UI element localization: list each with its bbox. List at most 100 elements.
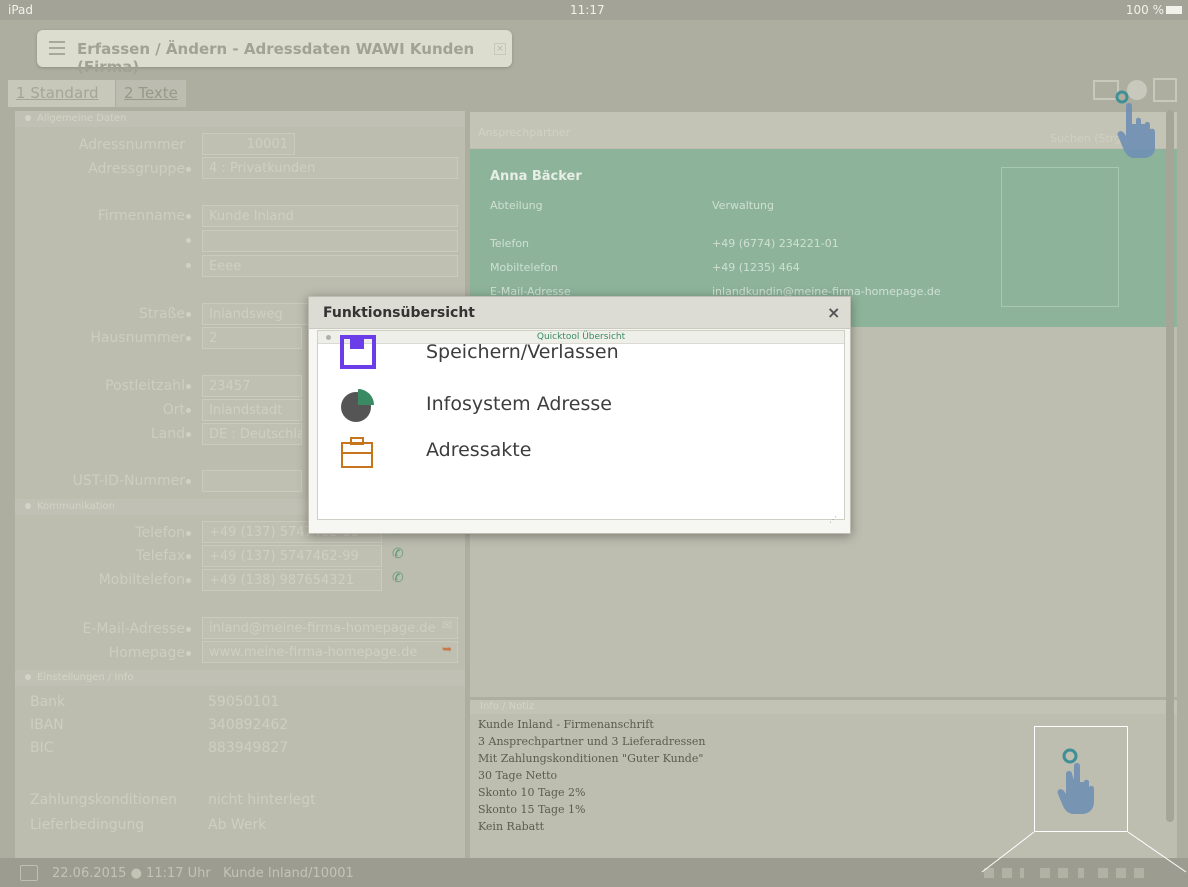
phone-icon[interactable]: ✆	[392, 570, 404, 586]
status-record: Kunde Inland/10001	[223, 866, 354, 881]
contact-search-input[interactable]: Suchen (Strg	[1050, 132, 1121, 145]
quicktool-item-label: Speichern/Verlassen	[426, 341, 619, 363]
iban-value: 340892462	[208, 717, 289, 733]
tab-number: 1	[16, 84, 26, 102]
status-date: 22.06.2015	[52, 866, 127, 881]
mobil-field[interactable]: +49 (138) 987654321	[202, 569, 382, 591]
ort-field[interactable]: Inlandstadt	[202, 399, 302, 421]
touch-hand-icon	[1115, 90, 1155, 158]
section-header-general: Allgemeine Daten	[15, 111, 465, 127]
required-dot	[186, 312, 191, 317]
dialog-close-button[interactable]: ×	[827, 303, 840, 322]
required-dot	[186, 627, 191, 632]
calendar-icon	[20, 865, 38, 881]
firmenname-label: Firmenname	[97, 208, 185, 224]
mail-icon[interactable]: ✉	[442, 618, 452, 632]
firmenname3-field[interactable]: Eeee	[202, 255, 458, 277]
window-title: Erfassen / Ändern - Adressdaten WAWI Kun…	[77, 40, 475, 76]
ust-field[interactable]	[202, 470, 302, 492]
quicktool-list: Quicktool Übersicht Speichern/Verlassen …	[317, 330, 845, 520]
liefer-value: Ab Werk	[208, 817, 267, 833]
clock: 11:17	[570, 3, 605, 17]
liefer-label: Lieferbedingung	[30, 817, 145, 833]
ort-label: Ort	[162, 402, 185, 418]
vertical-scrollbar[interactable]	[1166, 110, 1174, 822]
zoom-guide-lines	[981, 831, 1187, 873]
note-line: 3 Ansprechpartner und 3 Lieferadressen	[478, 735, 706, 748]
abteilung-value: Verwaltung	[712, 199, 774, 212]
contact-mobil-label: Mobiltelefon	[490, 261, 558, 274]
close-window-button[interactable]: ×	[494, 43, 506, 55]
land-label: Land	[150, 426, 185, 442]
required-dot	[186, 336, 191, 341]
adressnummer-label: Adressnummer	[78, 137, 185, 153]
tab-label: Standard	[30, 84, 99, 102]
zahlung-label: Zahlungskonditionen	[30, 792, 177, 808]
zahlung-value: nicht hinterlegt	[208, 792, 316, 808]
dialog-title: Funktionsübersicht	[323, 305, 475, 321]
note-line: Skonto 10 Tage 2%	[478, 786, 586, 799]
quicktool-item-label: Infosystem Adresse	[426, 393, 612, 415]
firmenname2-field[interactable]	[202, 230, 458, 252]
land-select[interactable]: DE : Deutschla	[202, 423, 302, 445]
notes-text[interactable]: Kunde Inland - Firmenanschrift 3 Ansprec…	[478, 716, 705, 835]
ust-label: UST-ID-Nummer	[72, 473, 185, 489]
dialog-header: Funktionsübersicht ×	[309, 297, 850, 329]
strasse-label: Straße	[138, 306, 185, 322]
email-field[interactable]: inland@meine-firma-homepage.de	[202, 617, 458, 639]
adressnummer-field[interactable]: 10001	[202, 133, 295, 155]
note-line: Kunde Inland - Firmenanschrift	[478, 718, 654, 731]
contact-telefon-value: +49 (6774) 234221-01	[712, 237, 839, 250]
homepage-label: Homepage	[108, 645, 185, 661]
bic-value: 883949827	[208, 740, 289, 756]
function-overview-dialog: Funktionsübersicht × Quicktool Übersicht…	[308, 296, 851, 534]
battery-icon	[1166, 6, 1182, 14]
email-label: E-Mail-Adresse	[82, 621, 185, 637]
contact-name: Anna Bäcker	[490, 169, 582, 184]
telefax-label: Telefax	[135, 548, 185, 564]
note-line: 30 Tage Netto	[478, 769, 558, 782]
open-link-icon[interactable]: ➥	[442, 642, 452, 656]
iban-label: IBAN	[30, 717, 64, 733]
required-dot	[186, 651, 191, 656]
window-title-bar: Erfassen / Ändern - Adressdaten WAWI Kun…	[37, 30, 512, 76]
required-dot	[186, 554, 191, 559]
mobil-label: Mobiltelefon	[98, 572, 185, 588]
contact-telefon-label: Telefon	[490, 237, 530, 250]
telefax-field[interactable]: +49 (137) 5747462-99	[202, 545, 382, 567]
adressgruppe-select[interactable]: 4 : Privatkunden	[202, 157, 458, 179]
hamburger-menu-icon[interactable]	[49, 41, 65, 55]
briefcase-icon	[341, 437, 373, 468]
plz-label: Postleitzahl	[105, 378, 185, 394]
tab-label: Texte	[138, 84, 178, 102]
section-header-settings: Einstellungen / Info	[15, 670, 465, 686]
hausnummer-field[interactable]: 2	[202, 327, 302, 349]
tab-standard[interactable]: 1 Standard	[8, 80, 115, 107]
resize-grip-icon[interactable]: ⋰	[829, 515, 837, 524]
adressgruppe-label: Adressgruppe	[88, 161, 185, 177]
contact-photo-placeholder	[1001, 167, 1119, 307]
bic-label: BIC	[30, 740, 54, 756]
hausnummer-label: Hausnummer	[90, 330, 185, 346]
section-header-notes: Info / Notiz	[470, 700, 1177, 714]
note-line: Kein Rabatt	[478, 820, 545, 833]
battery-level: 100 %	[1125, 3, 1164, 17]
tab-number: 2	[124, 84, 134, 102]
phone-icon[interactable]: ✆	[392, 546, 404, 562]
required-dot	[186, 408, 191, 413]
ios-status-bar: iPad 11:17 100 %	[0, 0, 1188, 20]
bank-value: 59050101	[208, 694, 280, 710]
plz-field[interactable]: 23457	[202, 375, 302, 397]
note-line: Mit Zahlungskonditionen "Guter Kunde"	[478, 752, 704, 765]
homepage-field[interactable]: www.meine-firma-homepage.de	[202, 641, 458, 663]
tab-texte[interactable]: 2 Texte	[116, 80, 186, 107]
firmenname-field[interactable]: Kunde Inland	[202, 205, 458, 227]
save-icon	[340, 335, 376, 369]
required-dot	[186, 432, 191, 437]
required-dot	[186, 167, 191, 172]
status-date-time: 22.06.2015 ● 11:17 Uhr Kunde Inland/1000…	[52, 866, 354, 881]
required-dot	[186, 214, 191, 219]
status-time: 11:17 Uhr	[146, 866, 211, 881]
contact-mobil-value: +49 (1235) 464	[712, 261, 800, 274]
required-dot	[186, 384, 191, 389]
